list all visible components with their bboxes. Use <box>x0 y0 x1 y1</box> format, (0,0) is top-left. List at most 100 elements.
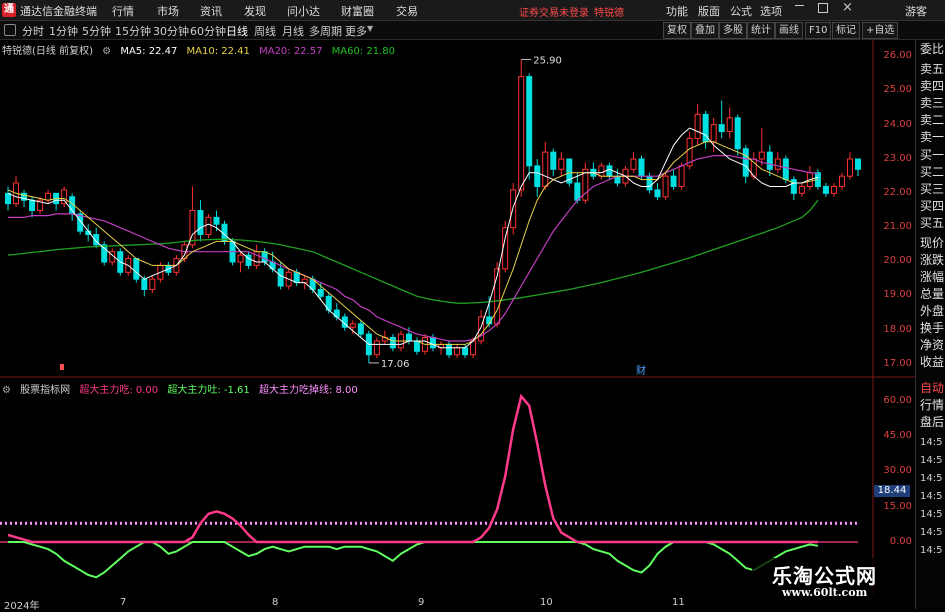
title-bar: 通 通达信金融终端 行情 市场 资讯 发现 问小达 财富圈 交易 证券交易未登录… <box>0 0 945 21</box>
menu-quotes[interactable]: 行情 <box>112 3 134 19</box>
menu-market[interactable]: 市场 <box>157 3 179 19</box>
tool-stats[interactable]: 统计 <box>747 22 775 39</box>
rp-bid2: 买二 <box>920 165 945 179</box>
rp-time: 14:5 <box>920 491 943 502</box>
menu-options[interactable]: 选项 <box>760 3 782 19</box>
rp-after[interactable]: 盘后 <box>920 415 944 430</box>
tf-intraday[interactable]: 分时 <box>22 23 44 39</box>
tf-30min[interactable]: 30分钟 <box>153 23 189 39</box>
ma10-line <box>7 141 819 345</box>
x-label: 7 <box>120 597 127 608</box>
menu-function[interactable]: 功能 <box>666 3 688 19</box>
tf-more[interactable]: 更多 <box>345 23 367 39</box>
tf-daily[interactable]: 日线 <box>226 23 248 39</box>
tool-draw[interactable]: 画线 <box>775 22 803 39</box>
stock-name-title: 特锐德 <box>594 8 624 19</box>
rp-bid1: 买一 <box>920 148 945 162</box>
watermark: 乐淘公式网 www.60lt.com <box>752 558 912 604</box>
rp-bid4: 买四 <box>920 199 945 213</box>
kline-chart[interactable]: 25.90 17.06 财 <box>0 40 915 595</box>
candle-body <box>197 210 204 236</box>
candle-body <box>790 179 797 194</box>
candle-body <box>141 278 148 290</box>
candle-body <box>662 175 669 198</box>
rp-time: 14:5 <box>920 545 943 556</box>
quote-panel[interactable]: 委比 卖五 卖四 卖三 卖二 卖一 买一 买二 买三 买四 买五 现价 涨跌 涨… <box>915 40 945 609</box>
rp-ask4: 卖四 <box>920 79 945 93</box>
tool-multi-stock[interactable]: 多股 <box>719 22 747 39</box>
rp-auto[interactable]: 自动 <box>920 381 944 396</box>
tf-1min[interactable]: 1分钟 <box>49 23 78 39</box>
rp-change: 涨跌 <box>920 253 945 267</box>
grid-icon[interactable] <box>4 24 16 36</box>
candle-body <box>430 337 436 349</box>
y-label: 24.00 <box>883 119 912 130</box>
low-label: 17.06 <box>381 359 410 370</box>
tool-add-watchlist[interactable]: +自选 <box>862 22 899 39</box>
minimize-icon[interactable] <box>795 5 804 6</box>
y-label: 18.00 <box>883 324 912 335</box>
candle-body <box>277 268 284 287</box>
login-notice[interactable]: 证券交易未登录 <box>519 4 589 19</box>
candle-body <box>798 185 805 194</box>
menu-trade[interactable]: 交易 <box>396 3 418 19</box>
tool-adjust[interactable]: 复权 <box>663 22 691 39</box>
candle-body <box>766 151 773 170</box>
candle-body <box>550 151 557 170</box>
candle-body <box>261 251 268 263</box>
tf-multi[interactable]: 多周期 <box>309 23 342 39</box>
rp-time: 14:5 <box>920 437 943 448</box>
menu-discover[interactable]: 发现 <box>244 3 266 19</box>
candle-body <box>446 343 453 356</box>
y-label: 25.00 <box>883 84 912 95</box>
close-icon[interactable]: × <box>842 0 853 15</box>
candle-body <box>855 158 861 170</box>
menu-news[interactable]: 资讯 <box>200 3 222 19</box>
rp-pct: 涨幅 <box>920 270 945 284</box>
tf-15min[interactable]: 15分钟 <box>115 23 151 39</box>
candle-body <box>518 76 525 191</box>
chevron-down-icon[interactable]: ▼ <box>367 24 373 33</box>
rp-ask3: 卖三 <box>920 96 945 110</box>
period-toolbar: 分时 1分钟 5分钟 15分钟 30分钟 60分钟 日线 周线 月线 多周期 更… <box>0 21 945 40</box>
eat-line <box>7 393 818 544</box>
moving-average-lines <box>7 127 819 349</box>
finance-marker: 财 <box>636 364 646 377</box>
tf-weekly[interactable]: 周线 <box>254 23 276 39</box>
maximize-icon[interactable] <box>818 3 828 13</box>
tf-60min[interactable]: 60分钟 <box>190 23 226 39</box>
spit-line <box>8 541 819 579</box>
candle-body <box>534 165 541 187</box>
event-marker <box>60 364 64 370</box>
app-title: 通达信金融终端 <box>20 5 97 18</box>
candle-body <box>462 347 469 356</box>
tf-5min[interactable]: 5分钟 <box>82 23 111 39</box>
menu-layout[interactable]: 版面 <box>698 3 720 19</box>
sub-y-label: 60.00 <box>883 395 912 406</box>
candle-body <box>213 216 220 225</box>
rp-volume: 总量 <box>920 287 945 301</box>
rp-market[interactable]: 行情 <box>920 398 944 413</box>
candle-body <box>29 199 36 211</box>
candle-body <box>670 175 677 187</box>
candle-body <box>542 151 549 187</box>
sub-y-label: 45.00 <box>883 430 912 441</box>
tool-mark[interactable]: 标记 <box>832 22 860 39</box>
tool-f10[interactable]: F10 <box>805 22 832 39</box>
candle-body <box>205 216 212 236</box>
menu-ask[interactable]: 问小达 <box>287 3 320 19</box>
rp-outer: 外盘 <box>920 304 945 318</box>
menu-formula[interactable]: 公式 <box>730 3 752 19</box>
candle-body <box>638 158 645 177</box>
y-label: 22.00 <box>883 187 912 198</box>
candle-body <box>822 185 829 194</box>
tool-overlay[interactable]: 叠加 <box>691 22 719 39</box>
candle-body <box>846 158 853 177</box>
rp-time: 14:5 <box>920 455 943 466</box>
tf-monthly[interactable]: 月线 <box>282 23 304 39</box>
guest-label[interactable]: 游客 <box>905 3 927 19</box>
candle-body <box>293 271 300 284</box>
menu-wealth[interactable]: 财富圈 <box>341 3 374 19</box>
candle-body <box>678 165 685 187</box>
rp-eps: 收益 <box>920 355 945 369</box>
